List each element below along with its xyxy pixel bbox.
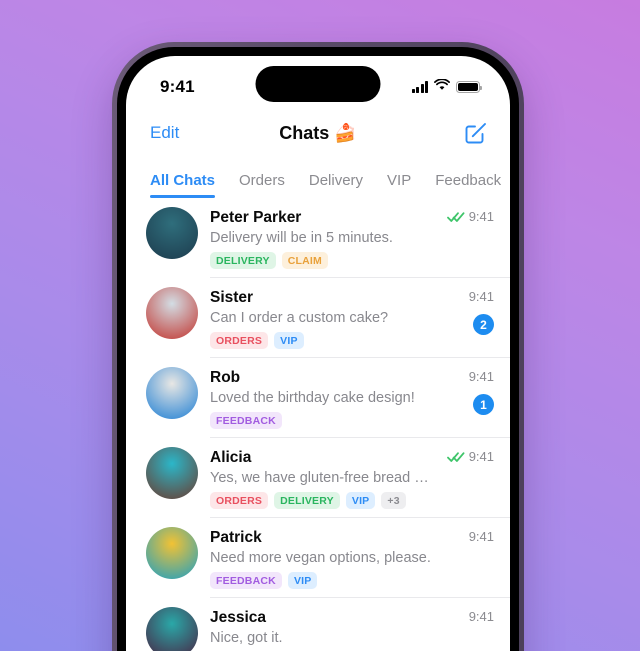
chat-name: Peter Parker [210, 209, 302, 226]
chat-timestamp: 9:41 [468, 609, 494, 624]
chat-meta-top: 9:41 [446, 209, 494, 224]
wifi-icon [434, 78, 450, 96]
tab-delivery[interactable]: Delivery [309, 172, 363, 198]
avatar-image [146, 207, 198, 259]
phone-frame: 9:41 Edit Chats 🍰 All Chats Orders Deliv… [112, 42, 524, 651]
chat-meta: 9:41 [442, 527, 494, 589]
avatar[interactable] [146, 207, 198, 259]
chat-tags: ORDERS VIP [210, 332, 436, 349]
tab-all-chats[interactable]: All Chats [150, 172, 216, 198]
status-bar-time: 9:41 [160, 77, 195, 96]
chat-body: Jessica Nice, got it. [210, 607, 436, 651]
tab-vip[interactable]: VIP [387, 172, 411, 198]
tag-more[interactable]: +3 [381, 492, 406, 509]
compose-icon [465, 122, 486, 143]
tag-vip[interactable]: VIP [274, 332, 304, 349]
status-bar-icons [411, 78, 483, 96]
chat-meta-top: 9:41 [469, 289, 494, 304]
dynamic-island [255, 66, 381, 102]
chat-tags: FEEDBACK [210, 412, 436, 429]
unread-badge: 1 [473, 394, 494, 415]
avatar-image [146, 607, 198, 651]
tag-orders[interactable]: ORDERS [210, 492, 269, 509]
avatar[interactable] [146, 527, 198, 579]
chat-row[interactable]: Sister Can I order a custom cake? ORDERS VI… [126, 278, 510, 358]
chat-body: Rob Loved the birthday cake design! FEEDBA… [210, 367, 436, 429]
double-check-icon [446, 451, 465, 463]
nav-bar: Edit Chats 🍰 [126, 110, 510, 156]
chat-name: Alicia [210, 449, 252, 466]
tab-orders[interactable]: Orders [239, 172, 285, 198]
tag-delivery[interactable]: DELIVERY [274, 492, 340, 509]
avatar-image [146, 367, 198, 419]
chat-list[interactable]: Peter Parker Delivery will be in 5 minute… [126, 198, 510, 651]
chat-preview-message: Yes, we have gluten-free bread available… [210, 470, 436, 486]
page-title: Chats 🍰 [279, 123, 356, 144]
chat-body: Alicia Yes, we have gluten-free bread ava… [210, 447, 436, 509]
chat-meta: 9:41 [442, 607, 494, 651]
tab-feedback[interactable]: Feedback [435, 172, 501, 198]
avatar[interactable] [146, 367, 198, 419]
chat-timestamp: 9:41 [468, 449, 494, 464]
chat-meta: 9:41 [442, 447, 494, 509]
chat-name: Jessica [210, 609, 267, 626]
cellular-signal-icon [411, 81, 428, 93]
avatar-image [146, 287, 198, 339]
double-check-icon [446, 211, 465, 223]
chat-row[interactable]: Patrick Need more vegan options, please. F… [126, 518, 510, 598]
chat-timestamp: 9:41 [468, 289, 494, 304]
chat-body: Patrick Need more vegan options, please. F… [210, 527, 436, 589]
compose-button[interactable] [463, 121, 488, 146]
chat-meta-top: 9:41 [469, 609, 494, 624]
chat-name: Sister [210, 289, 254, 306]
chat-name: Patrick [210, 529, 262, 546]
chat-meta-top: 9:41 [469, 529, 494, 544]
tab-bar[interactable]: All ChatsOrdersDeliveryVIPFeedbackE [126, 156, 510, 198]
chat-preview-message: Loved the birthday cake design! [210, 390, 415, 406]
avatar[interactable] [146, 447, 198, 499]
cake-emoji: 🍰 [334, 122, 357, 143]
chat-timestamp: 9:41 [468, 209, 494, 224]
chat-tags: ORDERS DELIVERY VIP +3 [210, 492, 436, 509]
tag-claim[interactable]: CLAIM [281, 252, 328, 269]
edit-button[interactable]: Edit [150, 123, 179, 143]
avatar-image [146, 527, 198, 579]
chat-meta-top: 9:41 [446, 449, 494, 464]
tag-feedback[interactable]: FEEDBACK [210, 572, 282, 589]
chat-meta: 9:41 2 [442, 287, 494, 349]
chat-row[interactable]: Alicia Yes, we have gluten-free bread ava… [126, 438, 510, 518]
battery-full-icon [456, 81, 483, 93]
avatar-image [146, 447, 198, 499]
tag-feedback[interactable]: FEEDBACK [210, 412, 282, 429]
chat-preview-message: Nice, got it. [210, 630, 283, 646]
tag-vip[interactable]: VIP [287, 572, 318, 589]
chat-timestamp: 9:41 [468, 369, 494, 384]
tag-delivery[interactable]: DELIVERY [210, 252, 276, 269]
tag-vip[interactable]: VIP [345, 492, 376, 509]
chat-body: Sister Can I order a custom cake? ORDERS VI… [210, 287, 436, 349]
tag-orders[interactable]: ORDERS [210, 332, 269, 349]
chat-timestamp: 9:41 [468, 529, 494, 544]
avatar[interactable] [146, 287, 198, 339]
chat-meta: 9:41 1 [442, 367, 494, 429]
chat-row[interactable]: Jessica Nice, got it. 9:41 [126, 598, 510, 651]
chat-tags: DELIVERY CLAIM [210, 252, 436, 269]
chat-preview-message: Need more vegan options, please. [210, 550, 431, 566]
chat-name: Rob [210, 369, 241, 386]
chat-preview-message: Delivery will be in 5 minutes. [210, 230, 393, 246]
unread-badge: 2 [473, 314, 494, 335]
phone-screen: 9:41 Edit Chats 🍰 All Chats Orders Deliv… [126, 56, 510, 651]
page-title-text: Chats [279, 122, 330, 143]
chat-row[interactable]: Rob Loved the birthday cake design! FEEDBA… [126, 358, 510, 438]
chat-meta-top: 9:41 [469, 369, 494, 384]
phone-bezel: 9:41 Edit Chats 🍰 All Chats Orders Deliv… [117, 47, 519, 651]
avatar[interactable] [146, 607, 198, 651]
chat-preview-message: Can I order a custom cake? [210, 310, 389, 326]
chat-row[interactable]: Peter Parker Delivery will be in 5 minute… [126, 198, 510, 278]
status-bar: 9:41 [126, 56, 510, 110]
chat-meta: 9:41 [442, 207, 494, 269]
chat-tags: FEEDBACK VIP [210, 572, 436, 589]
chat-body: Peter Parker Delivery will be in 5 minute… [210, 207, 436, 269]
